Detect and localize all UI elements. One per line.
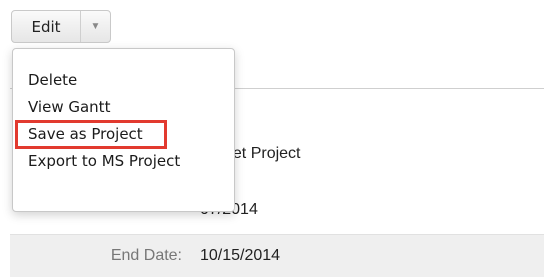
edit-dropdown-menu: Delete View Gantt Save as Project Export…	[12, 48, 235, 212]
app-canvas: Edit ▼ Secret Project 07/2014 End Date: …	[0, 0, 544, 277]
detail-row-end-date: End Date: 10/15/2014	[10, 234, 544, 277]
edit-split-button[interactable]: Edit ▼	[11, 10, 111, 43]
menu-item-delete[interactable]: Delete	[13, 67, 234, 94]
end-date-label: End Date:	[110, 247, 182, 264]
chevron-down-icon[interactable]: ▼	[81, 11, 110, 42]
edit-button[interactable]: Edit	[12, 11, 81, 42]
menu-item-export-to-ms-project[interactable]: Export to MS Project	[13, 148, 234, 175]
end-date-value: 10/15/2014	[200, 247, 281, 264]
menu-item-save-as-project[interactable]: Save as Project	[15, 120, 167, 149]
menu-item-view-gantt[interactable]: View Gantt	[13, 94, 234, 121]
